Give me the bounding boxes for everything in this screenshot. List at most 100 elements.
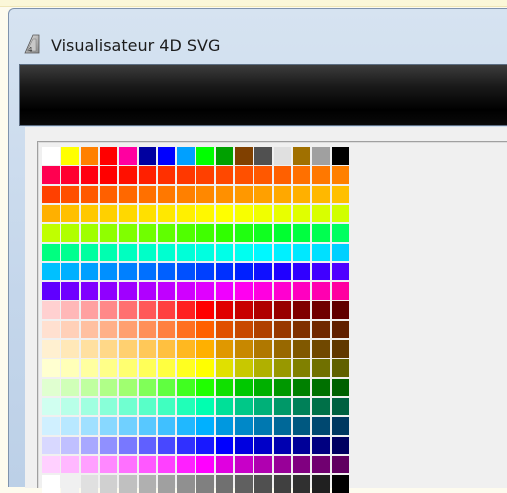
palette-swatch[interactable] <box>215 340 234 358</box>
palette-swatch[interactable] <box>42 455 60 474</box>
palette-swatch[interactable] <box>138 397 156 416</box>
palette-swatch[interactable] <box>331 185 349 204</box>
palette-swatch[interactable] <box>99 340 118 358</box>
palette-swatch[interactable] <box>138 417 156 435</box>
palette-swatch[interactable] <box>196 243 214 261</box>
palette-swatch[interactable] <box>138 320 156 339</box>
palette-swatch[interactable] <box>331 243 349 261</box>
palette-swatch[interactable] <box>215 301 234 319</box>
palette-swatch[interactable] <box>331 282 349 300</box>
palette-swatch[interactable] <box>177 397 195 416</box>
palette-swatch[interactable] <box>177 436 195 454</box>
palette-swatch[interactable] <box>273 282 292 300</box>
palette-swatch[interactable] <box>235 417 253 435</box>
palette-swatch[interactable] <box>138 282 156 300</box>
palette-swatch[interactable] <box>138 262 156 281</box>
palette-swatch[interactable] <box>235 301 253 319</box>
palette-swatch[interactable] <box>119 301 137 319</box>
palette-swatch[interactable] <box>292 262 311 281</box>
palette-swatch[interactable] <box>273 340 292 358</box>
palette-swatch[interactable] <box>61 475 79 493</box>
palette-header-swatch[interactable] <box>177 147 195 165</box>
palette-swatch[interactable] <box>196 359 214 377</box>
palette-swatch[interactable] <box>273 204 292 223</box>
palette-swatch[interactable] <box>157 204 176 223</box>
palette-swatch[interactable] <box>215 475 234 493</box>
palette-swatch[interactable] <box>235 224 253 242</box>
palette-swatch[interactable] <box>292 282 311 300</box>
palette-swatch[interactable] <box>273 378 292 397</box>
palette-swatch[interactable] <box>80 340 99 358</box>
palette-swatch[interactable] <box>61 166 79 184</box>
palette-swatch[interactable] <box>331 224 349 242</box>
palette-swatch[interactable] <box>331 166 349 184</box>
palette-swatch[interactable] <box>138 301 156 319</box>
palette-swatch[interactable] <box>42 475 60 493</box>
palette-swatch[interactable] <box>119 282 137 300</box>
palette-swatch[interactable] <box>235 204 253 223</box>
palette-swatch[interactable] <box>273 301 292 319</box>
palette-swatch[interactable] <box>80 166 99 184</box>
palette-swatch[interactable] <box>99 301 118 319</box>
palette-swatch[interactable] <box>312 282 330 300</box>
palette-swatch[interactable] <box>254 359 272 377</box>
palette-header-swatch[interactable] <box>138 147 156 165</box>
palette-swatch[interactable] <box>254 397 272 416</box>
palette-swatch[interactable] <box>61 397 79 416</box>
palette-swatch[interactable] <box>196 301 214 319</box>
palette-swatch[interactable] <box>254 417 272 435</box>
palette-swatch[interactable] <box>80 320 99 339</box>
palette-swatch[interactable] <box>119 417 137 435</box>
palette-swatch[interactable] <box>331 397 349 416</box>
palette-swatch[interactable] <box>177 320 195 339</box>
palette-swatch[interactable] <box>119 475 137 493</box>
palette-swatch[interactable] <box>331 359 349 377</box>
palette-swatch[interactable] <box>42 282 60 300</box>
palette-header-swatch[interactable] <box>80 147 99 165</box>
palette-swatch[interactable] <box>235 243 253 261</box>
palette-swatch[interactable] <box>235 166 253 184</box>
palette-swatch[interactable] <box>254 455 272 474</box>
palette-swatch[interactable] <box>80 378 99 397</box>
palette-swatch[interactable] <box>42 185 60 204</box>
palette-swatch[interactable] <box>177 166 195 184</box>
palette-swatch[interactable] <box>61 224 79 242</box>
palette-swatch[interactable] <box>80 359 99 377</box>
palette-swatch[interactable] <box>138 166 156 184</box>
palette-swatch[interactable] <box>99 262 118 281</box>
palette-swatch[interactable] <box>196 340 214 358</box>
palette-header-swatch[interactable] <box>157 147 176 165</box>
palette-swatch[interactable] <box>312 204 330 223</box>
palette-swatch[interactable] <box>157 320 176 339</box>
palette-swatch[interactable] <box>119 166 137 184</box>
palette-swatch[interactable] <box>331 320 349 339</box>
palette-swatch[interactable] <box>235 282 253 300</box>
palette-header-swatch[interactable] <box>273 147 292 165</box>
palette-swatch[interactable] <box>215 204 234 223</box>
palette-swatch[interactable] <box>215 166 234 184</box>
palette-swatch[interactable] <box>157 359 176 377</box>
palette-swatch[interactable] <box>273 397 292 416</box>
palette-swatch[interactable] <box>80 475 99 493</box>
palette-swatch[interactable] <box>273 166 292 184</box>
palette-swatch[interactable] <box>157 378 176 397</box>
palette-swatch[interactable] <box>157 455 176 474</box>
palette-swatch[interactable] <box>99 185 118 204</box>
palette-swatch[interactable] <box>61 185 79 204</box>
palette-swatch[interactable] <box>99 166 118 184</box>
palette-swatch[interactable] <box>80 185 99 204</box>
palette-swatch[interactable] <box>42 359 60 377</box>
palette-swatch[interactable] <box>177 455 195 474</box>
palette-swatch[interactable] <box>61 320 79 339</box>
palette-swatch[interactable] <box>196 378 214 397</box>
palette-swatch[interactable] <box>177 243 195 261</box>
palette-swatch[interactable] <box>80 282 99 300</box>
palette-header-swatch[interactable] <box>215 147 234 165</box>
palette-swatch[interactable] <box>177 475 195 493</box>
palette-swatch[interactable] <box>138 185 156 204</box>
palette-swatch[interactable] <box>138 359 156 377</box>
palette-swatch[interactable] <box>157 185 176 204</box>
palette-swatch[interactable] <box>292 301 311 319</box>
palette-swatch[interactable] <box>196 417 214 435</box>
palette-swatch[interactable] <box>292 204 311 223</box>
